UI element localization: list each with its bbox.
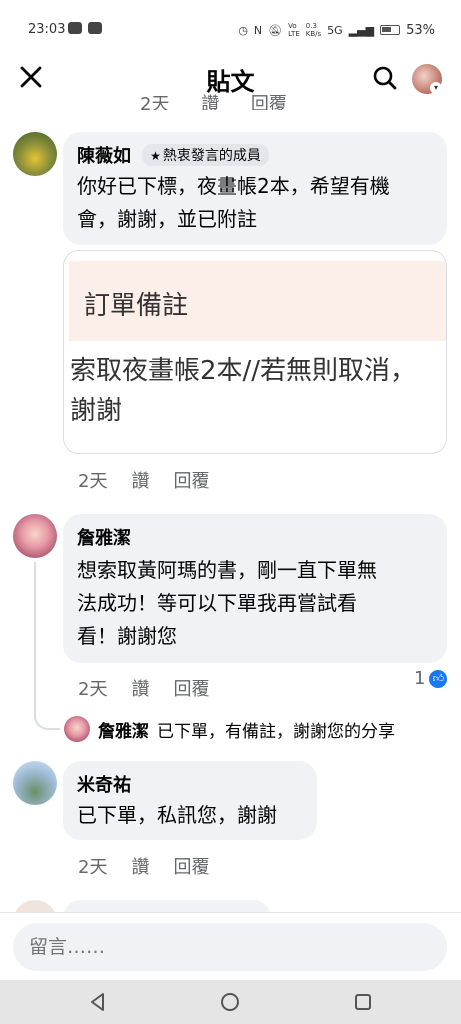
comment-author[interactable]: 陳薇如 [77, 142, 131, 168]
reply-link[interactable]: 回覆 [173, 467, 209, 493]
net-speed: 0.3 KB/s [305, 22, 322, 38]
nfc-icon: N [253, 23, 263, 37]
chevron-down-icon[interactable]: ▾ [430, 82, 442, 94]
note-body: 索取夜畫帳2本//若無則取消， 謝謝 [70, 356, 417, 426]
comment-author[interactable]: 詹雅潔 [77, 524, 131, 550]
avatar [64, 716, 90, 742]
reply-link[interactable]: 回覆 [173, 675, 209, 701]
alarm-icon: ◷ [238, 23, 248, 37]
like-link[interactable]: 讚 [131, 853, 149, 879]
home-icon[interactable] [216, 988, 244, 1016]
comment-actions: 2天 讚 回覆 [78, 853, 209, 879]
previous-comment-actions: 2天 讚 回覆 [140, 94, 313, 110]
comment-time: 2天 [140, 94, 170, 110]
reply-link[interactable]: 回覆 [173, 853, 209, 879]
comment-bubble: 米奇祐 已下單，私訊您，謝謝 [63, 761, 317, 840]
avatar[interactable] [13, 514, 57, 558]
youtube-icon [88, 22, 102, 34]
order-note-card[interactable]: 訂單備註 索取夜畫帳2本//若無則取消， 謝謝 [63, 250, 447, 454]
battery-icon [380, 25, 401, 35]
line-app-icon [68, 22, 82, 34]
battery-level: 53% [406, 22, 435, 38]
like-link[interactable]: 讚 [131, 675, 149, 701]
status-bar: 23:03 ◷ N 🔕︎ Vo LTE 0.3 KB/s 5G ▂▄▆ 53% [0, 0, 461, 60]
reply-link[interactable]: 回覆 [251, 94, 287, 110]
signal-icon: ▂▄▆ [348, 23, 375, 37]
volte-label: Vo LTE [288, 22, 300, 38]
comment-bubble: 詹雅潔 想索取黃阿瑪的書，剛一直下單無 法成功！等可以下單我再嘗試看 看！謝謝您 [63, 514, 447, 663]
comment-text: 你好已下標，夜畫帳2本，希望有機 會，謝謝，並已附註 [77, 174, 390, 231]
comment-actions: 2天 讚 回覆 [78, 467, 209, 493]
thread-connector [34, 562, 60, 730]
comment-text: 已下單，私訊您，謝謝 [77, 803, 277, 827]
thumbs-up-icon: 👍︎ [429, 669, 448, 688]
back-icon[interactable] [84, 988, 112, 1016]
reaction-count[interactable]: 1 👍︎ [414, 668, 448, 689]
app-header: 貼文 ▾ [0, 60, 461, 96]
reply-text: 已下單，有備註，謝謝您的分享 [157, 721, 395, 742]
comment-author[interactable]: 米奇祐 [77, 771, 131, 797]
like-link[interactable]: 讚 [131, 467, 149, 493]
status-time: 23:03 [28, 22, 66, 37]
reply-preview[interactable]: 詹雅潔 已下單，有備註，謝謝您的分享 [64, 716, 395, 742]
recents-icon[interactable] [349, 988, 377, 1016]
system-nav-bar [0, 980, 461, 1024]
comment-input[interactable] [13, 923, 447, 971]
comment-text: 想索取黃阿瑪的書，剛一直下單無 法成功！等可以下單我再嘗試看 看！謝謝您 [77, 558, 377, 648]
member-badge: ★ 熱衷發言的成員 [142, 144, 269, 166]
like-link[interactable]: 讚 [201, 94, 219, 110]
avatar[interactable] [13, 132, 57, 176]
note-title: 訂單備註 [84, 291, 189, 321]
comment-time: 2天 [78, 471, 108, 492]
search-icon[interactable] [372, 65, 398, 91]
mute-icon: 🔕︎ [268, 23, 283, 37]
comment-actions: 2天 讚 回覆 [78, 675, 209, 701]
comment-time: 2天 [78, 679, 108, 700]
comment-time: 2天 [78, 857, 108, 878]
comment-bubble: 陳薇如 ★ 熱衷發言的成員 你好已下標，夜畫帳2本，希望有機 會，謝謝，並已附註 [63, 132, 447, 245]
star-icon: ★ [150, 149, 161, 163]
reply-author: 詹雅潔 [98, 721, 149, 742]
avatar[interactable] [13, 761, 57, 805]
network-type: 5G [327, 23, 343, 37]
comment-composer [0, 912, 461, 980]
